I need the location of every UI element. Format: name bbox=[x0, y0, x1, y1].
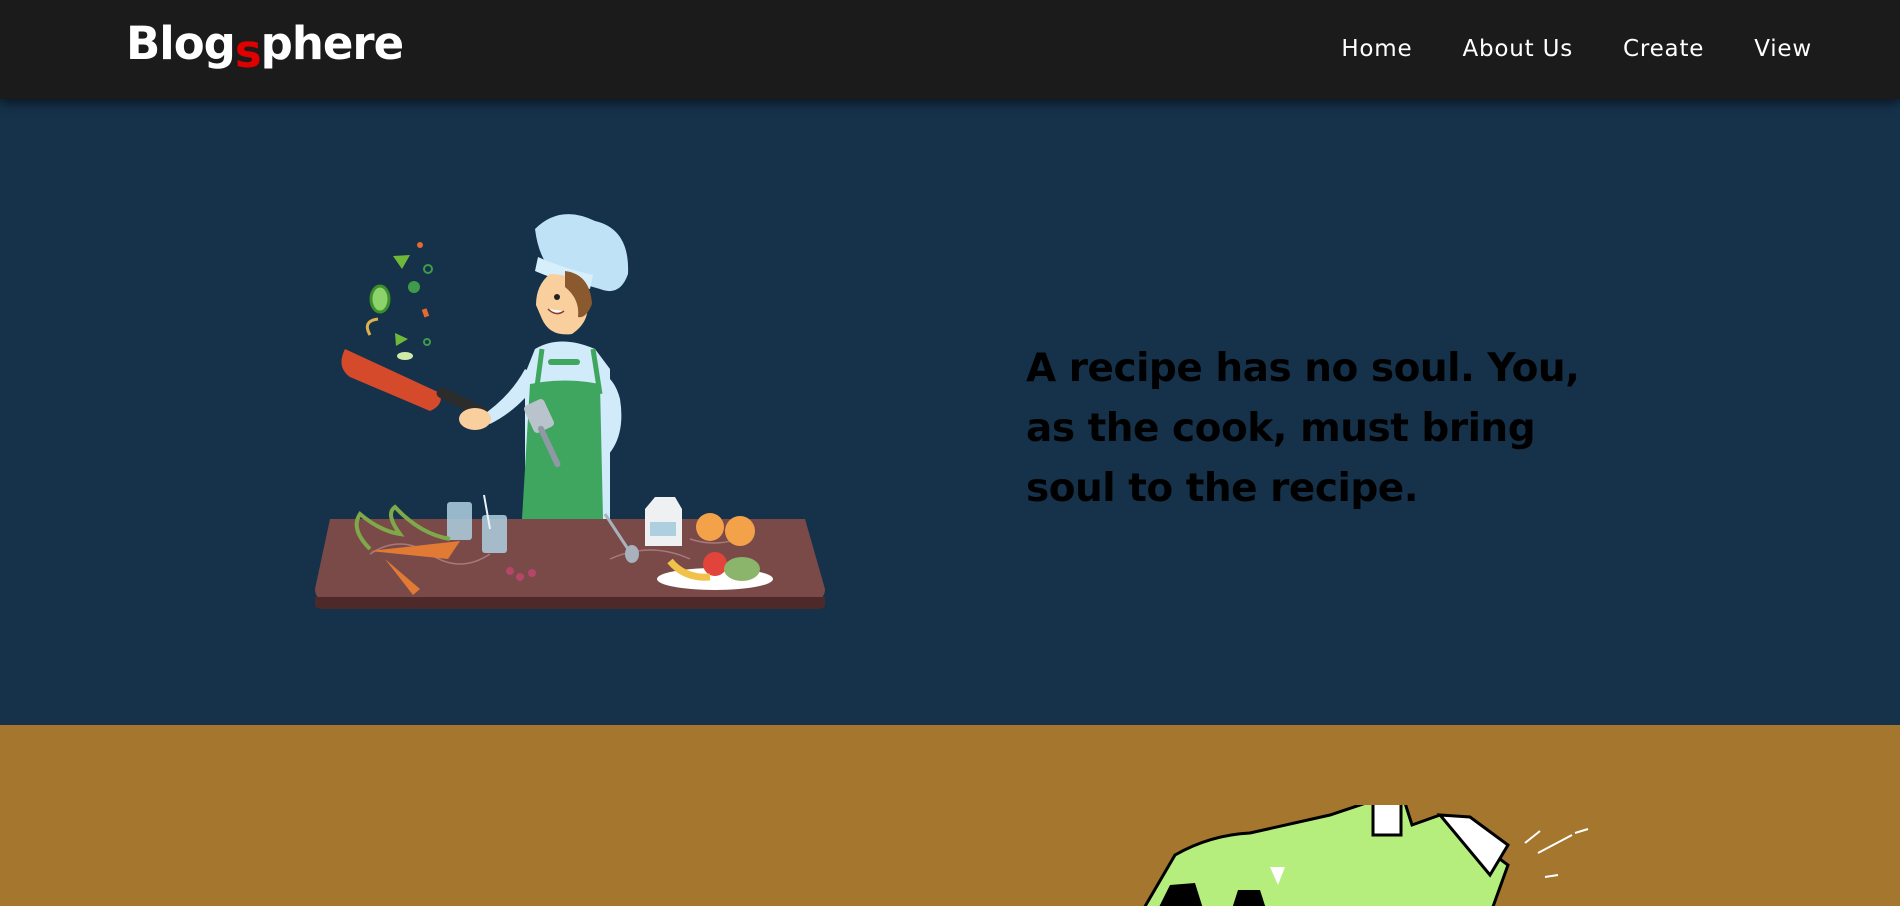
chef-cooking-illustration bbox=[315, 214, 825, 609]
brand-name-part2: phere bbox=[260, 17, 404, 70]
green-cartoon-illustration bbox=[1143, 805, 1589, 906]
brand-logo[interactable]: Blogsphere bbox=[126, 16, 404, 78]
nav-link-create[interactable]: Create bbox=[1623, 33, 1704, 65]
nav-link-home[interactable]: Home bbox=[1341, 33, 1412, 65]
hero-quote: A recipe has no soul. You, as the cook, … bbox=[1026, 346, 1580, 511]
chef-figure bbox=[459, 214, 629, 519]
frying-pan bbox=[341, 349, 488, 418]
nav-link-about-us[interactable]: About Us bbox=[1462, 33, 1573, 65]
nav-link-view[interactable]: View bbox=[1754, 33, 1812, 65]
flying-vegetables bbox=[365, 242, 433, 360]
featured-section bbox=[0, 725, 1900, 906]
brand-name-part1: Blog bbox=[126, 17, 236, 70]
hero-section: A recipe has no soul. You, as the cook, … bbox=[0, 99, 1900, 725]
brand-name-accent: s bbox=[234, 25, 262, 78]
nav-menu: Home About Us Create View bbox=[1341, 33, 1812, 65]
navbar: Blogsphere Home About Us Create View bbox=[0, 0, 1900, 99]
